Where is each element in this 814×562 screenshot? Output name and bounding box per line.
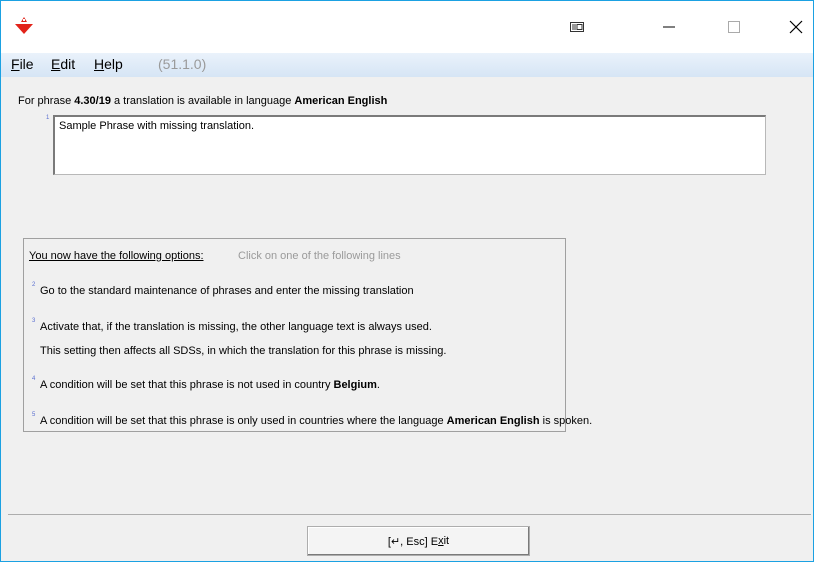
menu-help-rest: elp <box>104 56 123 72</box>
menu-file[interactable]: File <box>11 56 34 72</box>
exit-label-post: it <box>443 535 450 547</box>
menu-help[interactable]: Help <box>94 56 123 72</box>
version-label: (51.1.0) <box>158 56 207 72</box>
compatibility-icon[interactable] <box>554 9 600 45</box>
app-window: File Edit Help (51.1.0) For phrase 4.30/… <box>0 0 814 562</box>
main-content: For phrase 4.30/19 a translation is avai… <box>8 77 811 515</box>
option-4-prefix: A condition will be set that this phrase… <box>40 379 334 391</box>
phrase-middle: a translation is available in language <box>110 95 295 107</box>
menu-edit-rest: dit <box>60 56 76 72</box>
phrase-prefix: For phrase <box>18 95 75 107</box>
option-4-suffix: . <box>376 379 380 391</box>
menu-edit-mnemonic: E <box>51 56 61 72</box>
title-bar <box>1 1 813 53</box>
menu-file-rest: ile <box>19 56 34 72</box>
options-hint: Click on one of the following lines <box>238 250 401 262</box>
option-2-maintenance[interactable]: Go to the standard maintenance of phrase… <box>40 285 414 297</box>
menu-help-mnemonic: H <box>94 56 105 72</box>
option-4-country: Belgium <box>333 379 377 391</box>
exit-label-pre: [↵, Esc] E <box>387 535 439 548</box>
options-group <box>23 238 566 432</box>
option-5-suffix: is spoken. <box>539 415 593 427</box>
option-3-number: 3 <box>32 318 36 324</box>
bottom-bar: [↵, Esc] Ex it <box>1 515 813 561</box>
option-5-number: 5 <box>32 412 36 418</box>
phrase-info: For phrase 4.30/19 a translation is avai… <box>18 95 387 107</box>
option-2-number: 2 <box>32 282 36 288</box>
option-5-language-condition[interactable]: A condition will be set that this phrase… <box>40 415 592 427</box>
phrase-textbox[interactable]: Sample Phrase with missing translation. <box>53 115 766 175</box>
option-5-language: American English <box>446 415 540 427</box>
phrase-language: American English <box>294 95 388 107</box>
option-4-number: 4 <box>32 376 36 382</box>
option-4-country-condition[interactable]: A condition will be set that this phrase… <box>40 379 380 391</box>
app-logo-icon <box>13 14 35 36</box>
maximize-button[interactable] <box>711 9 757 45</box>
exit-button[interactable]: [↵, Esc] Ex it <box>307 526 530 556</box>
menu-edit[interactable]: Edit <box>51 56 75 72</box>
menu-bar: File Edit Help (51.1.0) <box>1 53 813 77</box>
phrase-number: 1 <box>46 115 50 121</box>
option-3-fallback-line1[interactable]: Activate that, if the translation is mis… <box>40 321 432 333</box>
menu-file-mnemonic: F <box>11 56 20 72</box>
phrase-id: 4.30/19 <box>74 95 111 107</box>
close-button[interactable] <box>773 9 813 45</box>
option-5-prefix: A condition will be set that this phrase… <box>40 415 447 427</box>
option-3-fallback-line2[interactable]: This setting then affects all SDSs, in w… <box>40 345 446 357</box>
minimize-button[interactable] <box>646 9 692 45</box>
options-header: You now have the following options: <box>29 250 204 262</box>
